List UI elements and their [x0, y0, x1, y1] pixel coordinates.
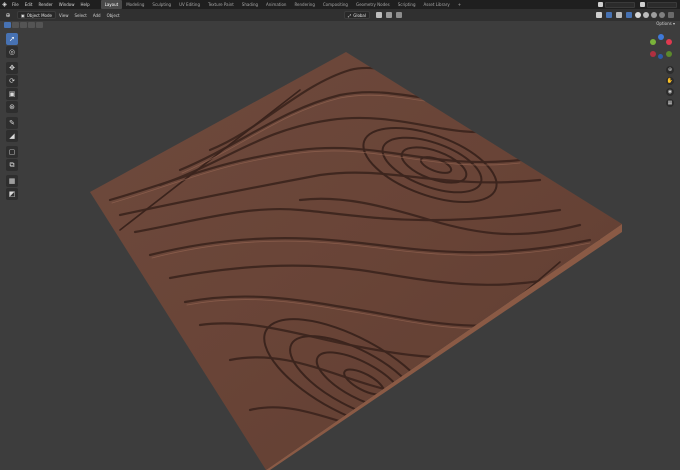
menu-view[interactable]: View	[56, 13, 72, 18]
rotate-icon[interactable]: ⟳	[6, 75, 18, 87]
z-axis-icon[interactable]	[658, 34, 664, 40]
blender-logo-icon[interactable]: ◈	[0, 0, 9, 9]
perspective-toggle-icon[interactable]: ▦	[666, 99, 674, 107]
cursor-icon[interactable]: ◎	[6, 46, 18, 58]
add-cube-icon[interactable]: ▢	[6, 146, 18, 158]
transform-orientation-dropdown[interactable]: ⤢ Global	[344, 11, 370, 19]
3d-viewport[interactable]	[0, 21, 680, 470]
3d-viewport-icon[interactable]: ⊕	[3, 11, 13, 19]
solid-shading-icon[interactable]	[643, 12, 649, 18]
tab-asset-library[interactable]: Asset Library	[420, 0, 454, 9]
tool-shelf: ➚ ◎ ✥ ⟳ ▣ ⊛ ✎ ◢ ▢ ⧉ ▦ ◩	[6, 33, 18, 201]
pan-hand-icon[interactable]: ✋	[666, 77, 674, 85]
orientation-icon: ⤢	[348, 12, 352, 18]
neg-y-axis-icon[interactable]	[666, 51, 672, 57]
transform-icon[interactable]: ⊛	[6, 101, 18, 113]
orientation-label: Global	[353, 12, 366, 18]
overlay-icon[interactable]	[616, 12, 622, 18]
visibility-icon[interactable]	[596, 12, 602, 18]
tab-shading[interactable]: Shading	[238, 0, 262, 9]
menu-render[interactable]: Render	[35, 0, 55, 9]
object-mode-icon: ▣	[21, 12, 25, 18]
tab-uv-editing[interactable]: UV Editing	[175, 0, 204, 9]
xray-icon[interactable]	[626, 12, 632, 18]
tab-layout[interactable]: Layout	[100, 0, 123, 9]
menu-add[interactable]: Add	[90, 13, 104, 18]
x-axis-icon[interactable]	[666, 39, 672, 45]
proportional-edit-icon[interactable]	[396, 12, 402, 18]
menu-edit[interactable]: Edit	[22, 0, 36, 9]
y-axis-icon[interactable]	[650, 39, 656, 45]
tab-texture-paint[interactable]: Texture Paint	[204, 0, 238, 9]
pivot-icon[interactable]	[376, 12, 382, 18]
tab-rendering[interactable]: Rendering	[290, 0, 318, 9]
add-workspace-button[interactable]: +	[454, 0, 465, 9]
scale-icon[interactable]: ▣	[6, 88, 18, 100]
view-layer-icon[interactable]	[640, 2, 645, 7]
rendered-shading-icon[interactable]	[659, 12, 665, 18]
menu-help[interactable]: Help	[77, 0, 92, 9]
snap-icon[interactable]	[386, 12, 392, 18]
wood-board	[90, 52, 622, 470]
mode-label: Object Mode	[26, 12, 52, 18]
tab-animation[interactable]: Animation	[262, 0, 290, 9]
material-shading-icon[interactable]	[651, 12, 657, 18]
shading-options-icon[interactable]	[668, 12, 674, 18]
extrude-icon[interactable]: ⧉	[6, 159, 18, 171]
neg-x-axis-icon[interactable]	[650, 51, 656, 57]
tab-sculpting[interactable]: Sculpting	[148, 0, 175, 9]
viewport-canvas	[90, 52, 622, 470]
camera-view-icon[interactable]: ◉	[666, 88, 674, 96]
top-menu-bar: ◈ File Edit Render Window Help Layout Mo…	[0, 0, 680, 9]
viewport-header: ⊕ ▣ Object Mode View Select Add Object ⤢…	[0, 9, 680, 21]
move-icon[interactable]: ✥	[6, 62, 18, 74]
menu-select[interactable]: Select	[71, 13, 89, 18]
tab-geometry-nodes[interactable]: Geometry Nodes	[352, 0, 394, 9]
select-box-icon[interactable]: ➚	[6, 33, 18, 45]
tab-modeling[interactable]: Modeling	[122, 0, 148, 9]
annotate-icon[interactable]: ✎	[6, 117, 18, 129]
scene-icon[interactable]	[598, 2, 603, 7]
mode-dropdown[interactable]: ▣ Object Mode	[17, 11, 56, 19]
brush-icon[interactable]: ◩	[6, 188, 18, 200]
gizmo-toggle-icon[interactable]	[606, 12, 612, 18]
menu-file[interactable]: File	[9, 0, 22, 9]
shear-icon[interactable]: ▦	[6, 175, 18, 187]
measure-icon[interactable]: ◢	[6, 130, 18, 142]
zoom-icon[interactable]: ⊕	[666, 66, 674, 74]
menu-object[interactable]: Object	[104, 13, 123, 18]
tab-scripting[interactable]: Scripting	[394, 0, 420, 9]
scene-selector[interactable]	[605, 1, 635, 8]
wireframe-shading-icon[interactable]	[635, 12, 641, 18]
view-layer-selector[interactable]	[647, 1, 677, 8]
menu-window[interactable]: Window	[56, 0, 78, 9]
tab-compositing[interactable]: Compositing	[319, 0, 352, 9]
navigation-gizmo[interactable]	[646, 34, 674, 62]
neg-z-axis-icon[interactable]	[658, 54, 663, 59]
